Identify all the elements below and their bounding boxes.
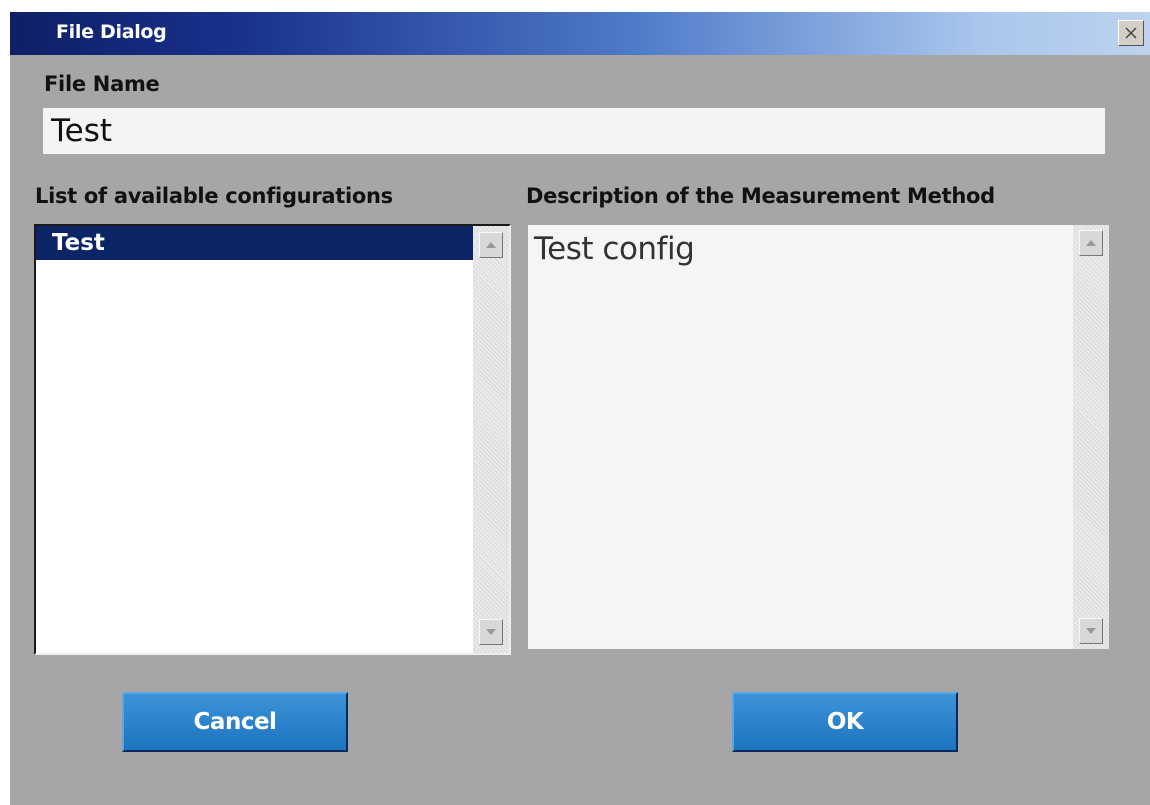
title-bar[interactable]: File Dialog [10,12,1150,55]
configurations-label: List of available configurations [35,184,393,208]
scroll-up-icon [1086,240,1096,246]
window-title: File Dialog [56,21,167,43]
scroll-down-icon [1086,628,1096,634]
close-icon [1125,27,1137,39]
description-scrollbar[interactable] [1073,225,1109,649]
file-name-label: File Name [44,72,160,96]
description-label: Description of the Measurement Method [526,184,995,208]
file-name-input[interactable] [43,108,1105,154]
scroll-up-button[interactable] [479,232,503,258]
close-button[interactable] [1118,20,1144,46]
configurations-scrollbar[interactable] [473,226,509,653]
list-item-test[interactable]: Test [36,226,474,260]
description-text: Test config [534,231,695,267]
scroll-down-button[interactable] [1079,618,1103,644]
scroll-down-button[interactable] [479,619,503,645]
scroll-up-icon [486,242,496,248]
cancel-button[interactable]: Cancel [122,692,348,752]
scroll-down-icon [486,629,496,635]
scroll-up-button[interactable] [1079,230,1103,256]
configurations-list[interactable]: Test [34,224,511,655]
file-dialog-window: File Dialog File Name List of available … [10,12,1150,805]
description-textarea[interactable]: Test config [528,225,1109,649]
ok-button[interactable]: OK [732,692,958,752]
